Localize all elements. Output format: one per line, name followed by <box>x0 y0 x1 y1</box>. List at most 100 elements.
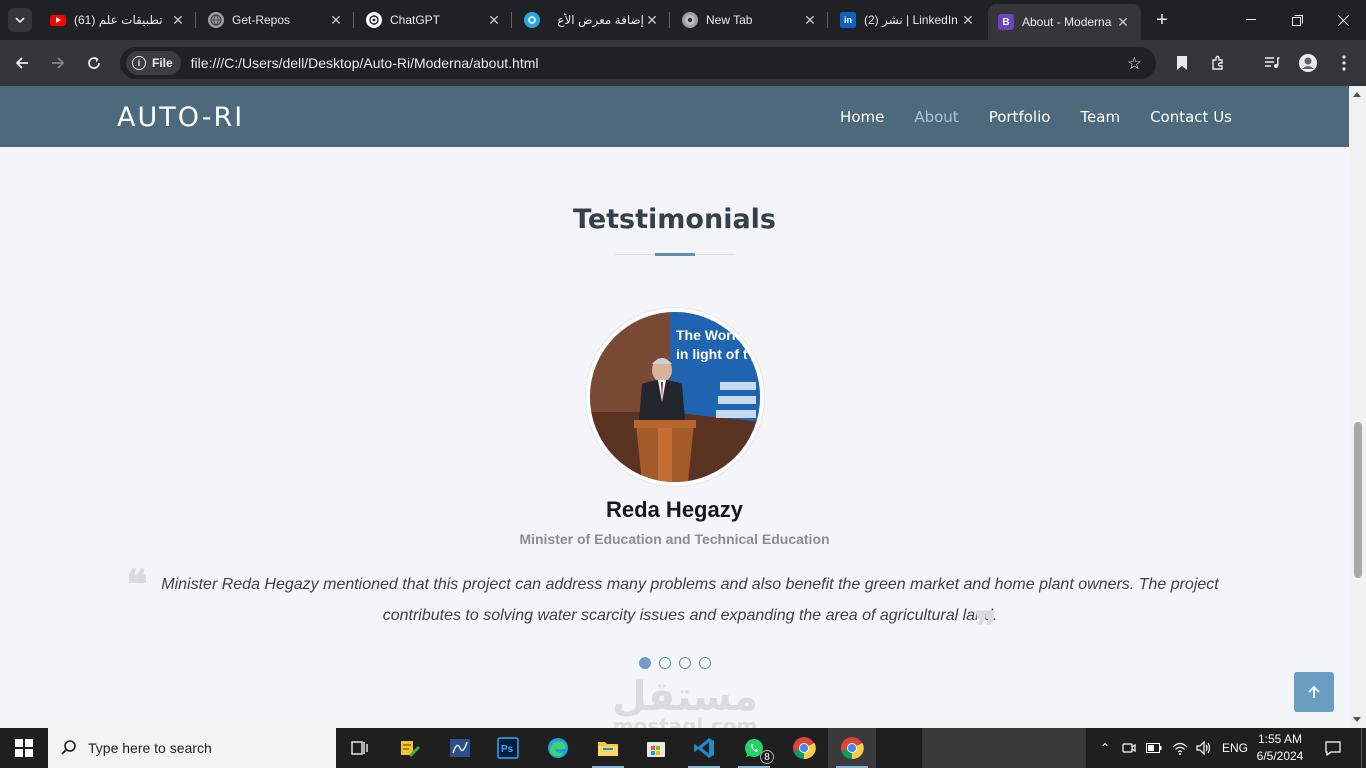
task-view-icon <box>351 741 368 755</box>
reading-list-icon[interactable] <box>1170 51 1194 75</box>
arrow-right-icon <box>52 57 65 69</box>
carousel-pagination <box>639 657 711 669</box>
notification-icon <box>1325 741 1341 756</box>
close-tab-icon[interactable]: ✕ <box>170 12 186 29</box>
tab-chatgpt[interactable]: ChatGPT ✕ <box>356 4 512 36</box>
tab-linkedin[interactable]: in (2) نشر | LinkedIn ✕ <box>830 4 986 36</box>
taskbar-app-file-explorer[interactable] <box>584 728 632 768</box>
new-tab-button[interactable]: + <box>1148 4 1176 36</box>
meet-now-icon[interactable] <box>1122 741 1136 755</box>
language-indicator[interactable]: ENG <box>1222 741 1248 755</box>
watermark-sub: mostaql.com <box>612 714 758 728</box>
scroll-up-arrow-icon[interactable] <box>1353 92 1361 97</box>
battery-icon[interactable] <box>1146 743 1162 753</box>
media-controls-icon[interactable] <box>1260 51 1284 75</box>
url-text[interactable]: file:///C:/Users/dell/Desktop/Auto-Ri/Mo… <box>191 55 539 71</box>
taskbar-app-chrome[interactable] <box>780 728 828 768</box>
start-button[interactable] <box>0 728 48 768</box>
minimize-button[interactable] <box>1228 0 1274 40</box>
chatgpt-icon <box>366 12 382 28</box>
menu-team[interactable]: Team <box>1080 108 1120 126</box>
task-view-button[interactable] <box>336 728 384 768</box>
taskbar-app-sql-server[interactable] <box>436 728 484 768</box>
bootstrap-icon: B <box>998 14 1014 30</box>
back-button[interactable] <box>10 51 34 75</box>
arrow-left-icon <box>15 57 28 69</box>
taskbar-clock[interactable]: 1:55 AM 6/5/2024 <box>1248 731 1312 765</box>
chevron-up-icon[interactable]: ⌃ <box>1096 741 1114 755</box>
tab-get-repos[interactable]: Get-Repos ✕ <box>198 4 354 36</box>
testimonial-role: Minister of Education and Technical Educ… <box>519 531 830 547</box>
windows-logo-icon <box>15 739 33 757</box>
store-icon <box>647 742 665 757</box>
taskbar-app-chrome-active[interactable] <box>828 728 876 768</box>
mostaql-watermark: مستقل mostaql.com <box>600 674 770 728</box>
site-info-chip[interactable]: i File <box>126 51 181 75</box>
taskbar-search[interactable]: Type here to search <box>48 728 336 768</box>
search-placeholder: Type here to search <box>88 740 212 756</box>
search-icon <box>61 740 76 755</box>
taskbar-app-vscode[interactable] <box>680 728 728 768</box>
whatsapp-unread-badge: 8 <box>760 750 774 764</box>
browser-toolbar: i File file:///C:/Users/dell/Desktop/Aut… <box>0 40 1366 86</box>
carousel-dot[interactable] <box>659 657 671 669</box>
site-logo[interactable]: AUTO-RI <box>117 102 244 133</box>
scroll-down-arrow-icon[interactable] <box>1353 717 1361 722</box>
folder-icon <box>598 742 618 756</box>
carousel-dot[interactable] <box>679 657 691 669</box>
close-tab-icon[interactable]: ✕ <box>802 12 818 29</box>
tab-new-tab[interactable]: New Tab ✕ <box>672 4 828 36</box>
extensions-icon[interactable] <box>1206 51 1230 75</box>
taskbar-app-photoshop[interactable]: Ps <box>484 728 532 768</box>
profile-avatar-icon[interactable] <box>1296 51 1320 75</box>
mostaql-icon <box>524 12 540 28</box>
plus-icon: + <box>1156 8 1168 31</box>
show-desktop-button[interactable] <box>1361 728 1362 768</box>
tab-mostaql[interactable]: إضافة معرض الأع ✕ <box>514 4 670 36</box>
restore-button[interactable] <box>1274 0 1320 40</box>
bookmark-star-icon[interactable]: ☆ <box>1127 54 1142 74</box>
menu-contact-us[interactable]: Contact Us <box>1150 108 1232 126</box>
close-tab-icon[interactable]: ✕ <box>486 12 502 29</box>
tab-title: About - Moderna <box>1022 15 1112 29</box>
svg-text:Ps: Ps <box>501 744 514 755</box>
tab-title: ChatGPT <box>390 13 441 27</box>
volume-icon[interactable] <box>1196 741 1212 755</box>
browser-tab-strip: (61) تطبيقات علم ✕ Get-Repos ✕ ChatGPT ✕… <box>0 0 1366 40</box>
close-tab-icon[interactable]: ✕ <box>328 12 344 29</box>
site-info-label: File <box>152 56 173 70</box>
back-to-top-button[interactable] <box>1294 672 1334 712</box>
carousel-dot[interactable] <box>699 657 711 669</box>
tools-app-icon <box>401 741 420 757</box>
notification-center-button[interactable] <box>1320 728 1346 768</box>
scrollbar-thumb[interactable] <box>1354 422 1362 578</box>
carousel-dot[interactable] <box>639 657 651 669</box>
page-viewport: AUTO-RI Home About Portfolio Team Contac… <box>0 86 1349 728</box>
close-tab-icon[interactable]: ✕ <box>960 12 976 29</box>
close-tab-icon[interactable]: ✕ <box>644 12 660 29</box>
taskbar-app-store[interactable] <box>632 728 680 768</box>
tab-title: إضافة معرض الأع <box>557 13 644 27</box>
menu-about[interactable]: About <box>914 108 958 126</box>
reload-icon <box>88 57 100 69</box>
linkedin-icon: in <box>840 12 856 28</box>
taskbar-app-tools[interactable] <box>386 728 434 768</box>
taskbar-app-edge[interactable] <box>534 728 582 768</box>
taskbar-app-whatsapp[interactable]: 8 <box>730 728 778 768</box>
wifi-icon[interactable] <box>1172 741 1188 755</box>
system-tray: ⌃ ENG <box>1096 728 1248 768</box>
close-window-button[interactable] <box>1320 0 1366 40</box>
clock-date: 6/5/2024 <box>1256 749 1304 763</box>
address-bar[interactable]: i File file:///C:/Users/dell/Desktop/Aut… <box>120 47 1156 79</box>
reload-button[interactable] <box>82 51 106 75</box>
close-tab-icon[interactable]: ✕ <box>1115 14 1131 31</box>
menu-home[interactable]: Home <box>840 108 884 126</box>
tab-search-button[interactable] <box>8 8 32 32</box>
page-scrollbar[interactable] <box>1349 86 1366 728</box>
forward-button[interactable] <box>46 51 70 75</box>
tab-youtube[interactable]: (61) تطبيقات علم ✕ <box>40 4 196 36</box>
chrome-menu-icon[interactable] <box>1332 51 1356 75</box>
photo-banner-line-1: The Work <box>676 327 740 343</box>
menu-portfolio[interactable]: Portfolio <box>989 108 1051 126</box>
tab-about-moderna[interactable]: B About - Moderna ✕ <box>988 4 1141 40</box>
